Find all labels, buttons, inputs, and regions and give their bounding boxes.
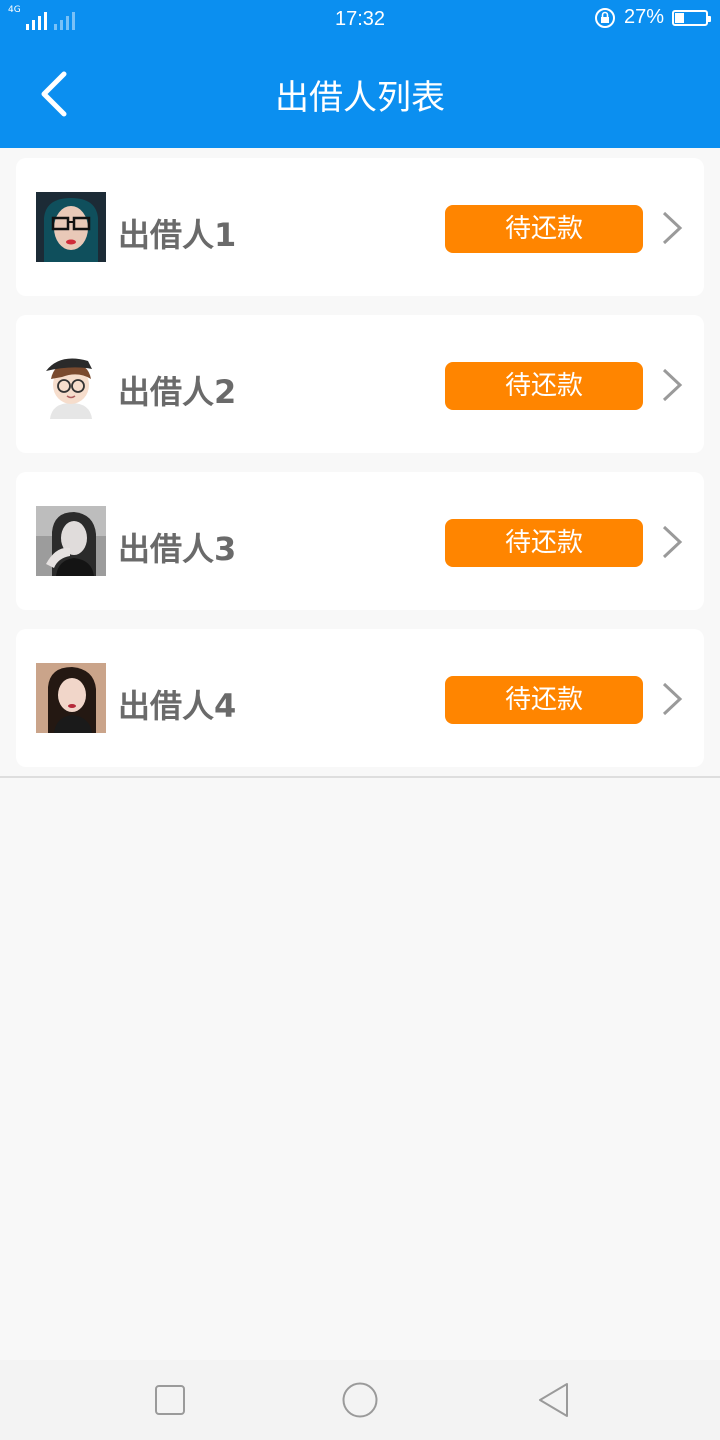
list-divider <box>0 776 720 778</box>
lender-card[interactable]: 出借人3 待还款 <box>16 472 704 610</box>
circle-home-icon[interactable] <box>340 1380 380 1420</box>
lender-list: 出借人1 待还款 出借人2 待还款 出借人3 待还款 出借人4 待还款 <box>16 158 704 786</box>
lender-name: 出借人2 <box>118 373 237 411</box>
chevron-right-icon <box>662 368 683 402</box>
app-header: 出借人列表 <box>0 40 720 148</box>
triangle-back-icon[interactable] <box>534 1380 574 1420</box>
lender-name: 出借人3 <box>118 530 237 568</box>
status-button[interactable]: 待还款 <box>445 519 643 567</box>
lender-card[interactable]: 出借人4 待还款 <box>16 629 704 767</box>
lender-name: 出借人1 <box>118 216 237 254</box>
status-bar: 4G 17:32 27% <box>0 0 720 40</box>
chevron-right-icon <box>662 525 683 559</box>
avatar <box>36 663 106 733</box>
chevron-right-icon <box>662 211 683 245</box>
system-nav-bar <box>0 1360 720 1440</box>
avatar <box>36 192 106 262</box>
avatar <box>36 506 106 576</box>
square-recents-icon[interactable] <box>150 1380 190 1420</box>
battery-icon <box>672 9 711 26</box>
avatar <box>36 349 106 419</box>
page-title: 出借人列表 <box>275 78 445 118</box>
lender-card[interactable]: 出借人2 待还款 <box>16 315 704 453</box>
status-button[interactable]: 待还款 <box>445 676 643 724</box>
chevron-right-icon <box>662 682 683 716</box>
lender-name: 出借人4 <box>118 687 237 725</box>
rotation-lock-icon <box>594 7 615 28</box>
status-button[interactable]: 待还款 <box>445 362 643 410</box>
lender-card[interactable]: 出借人1 待还款 <box>16 158 704 296</box>
status-button[interactable]: 待还款 <box>445 205 643 253</box>
battery-percent: 27% <box>623 6 664 28</box>
